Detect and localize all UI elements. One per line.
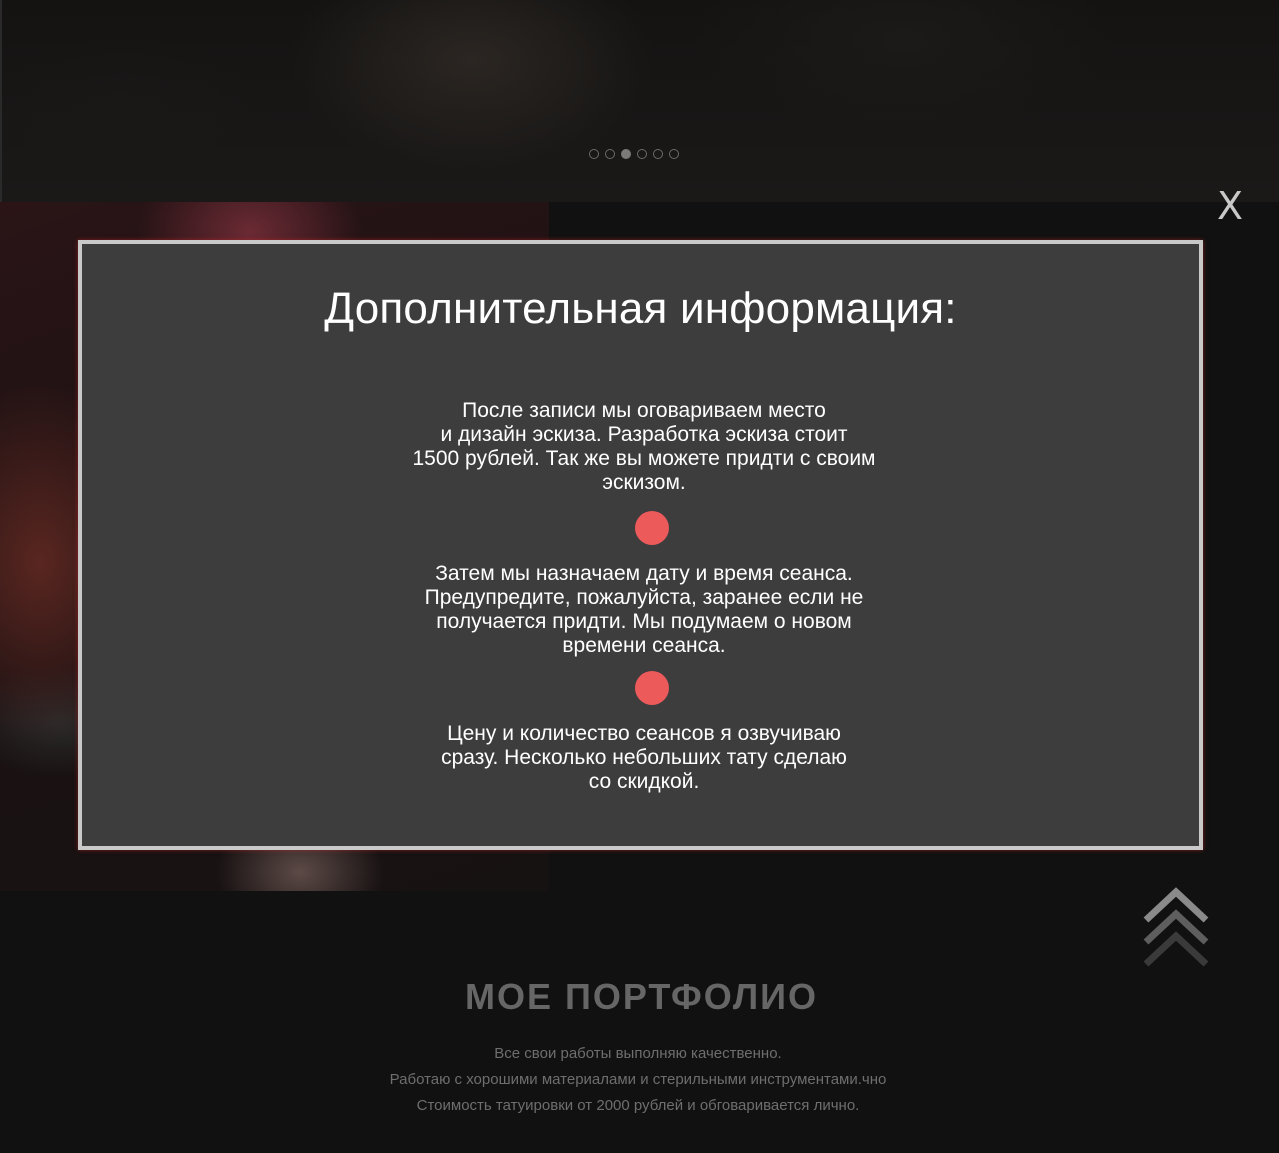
step-marker bbox=[635, 511, 669, 545]
hero-slider bbox=[0, 0, 1279, 202]
chevron-triple-up-icon bbox=[1143, 887, 1209, 967]
slider-dots bbox=[589, 149, 679, 159]
modal-title: Дополнительная информация: bbox=[324, 284, 957, 333]
slider-dot[interactable] bbox=[669, 149, 679, 159]
step-text: Цену и количество сеансов я озвучиваю ср… bbox=[441, 722, 847, 793]
close-button[interactable]: X bbox=[1212, 184, 1248, 228]
info-modal: Дополнительная информация: После записи … bbox=[78, 240, 1203, 850]
slider-dot[interactable] bbox=[605, 149, 615, 159]
step-marker bbox=[635, 671, 669, 705]
step-text: После записи мы оговариваем место и диза… bbox=[412, 399, 876, 494]
step-text: Затем мы назначаем дату и время сеанса. … bbox=[424, 562, 864, 657]
slider-dot[interactable] bbox=[637, 149, 647, 159]
scroll-up-button[interactable] bbox=[1142, 886, 1210, 970]
slider-dot[interactable] bbox=[653, 149, 663, 159]
slider-dot-active[interactable] bbox=[621, 149, 631, 159]
portfolio-title: МОЕ ПОРТФОЛИО bbox=[464, 976, 818, 1017]
portfolio-description: Все свои работы выполняю качественно. Ра… bbox=[389, 1045, 887, 1114]
page: X Дополнительная информация: После запис… bbox=[0, 0, 1279, 1153]
slider-dot[interactable] bbox=[589, 149, 599, 159]
